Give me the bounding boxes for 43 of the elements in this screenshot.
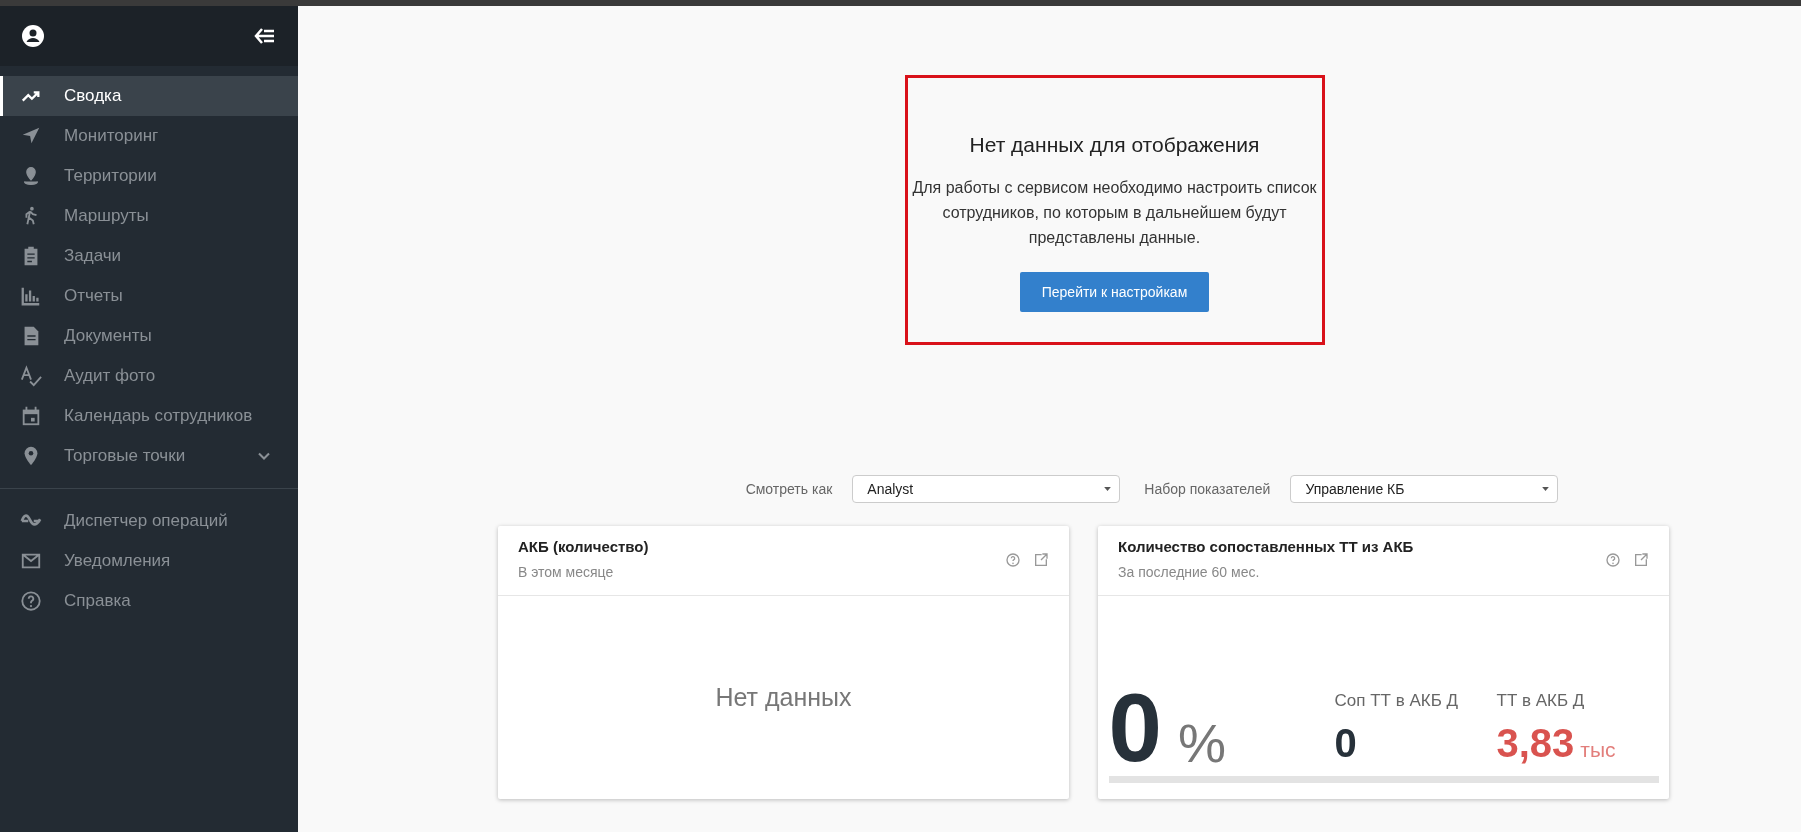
sidebar-item[interactable]: Мониторинг	[0, 116, 298, 156]
empty-state-message: Для работы с сервисом необходимо настроить список сотрудников, по которым в дальнейшем будут представлены данные.	[911, 178, 1318, 248]
stat-value: 3,83	[1496, 721, 1575, 766]
sidebar-item[interactable]: Сводка	[0, 76, 298, 116]
metric-unit: %	[1177, 716, 1226, 770]
nav-icon	[20, 365, 42, 387]
nav-icon	[20, 285, 42, 307]
sidebar-item[interactable]: Отчеты	[0, 276, 298, 316]
sidebar-item[interactable]: Календарь сотрудников	[0, 396, 298, 436]
help-icon[interactable]	[1005, 552, 1021, 568]
sidebar-item[interactable]: Документы	[0, 316, 298, 356]
open-external-icon[interactable]	[1033, 552, 1049, 568]
empty-state-title: Нет данных для отображения	[969, 133, 1260, 157]
caret-icon	[1104, 487, 1112, 491]
open-external-icon[interactable]	[1633, 552, 1649, 568]
no-data-text: Нет данных	[715, 683, 852, 712]
metric-value: 0	[1108, 686, 1162, 770]
caret-icon	[1542, 487, 1550, 491]
stat-value: 0	[1334, 721, 1357, 766]
card-subtitle: В этом месяце	[518, 564, 615, 580]
filter-label: Набор показателей	[1144, 481, 1271, 497]
card-subtitle: За последние 60 мес.	[1118, 564, 1261, 580]
filter-label: Смотреть как	[745, 481, 833, 497]
stat-label: ТТ в АКБ Д	[1496, 691, 1586, 711]
user-avatar-icon[interactable]	[21, 24, 45, 48]
sidebar-item[interactable]: Торговые точки	[0, 436, 298, 476]
nav-icon	[20, 405, 42, 427]
sidebar-item[interactable]: Уведомления	[0, 541, 298, 581]
help-icon[interactable]	[1605, 552, 1621, 568]
sidebar-item[interactable]: Аудит фото	[0, 356, 298, 396]
dropdown[interactable]: Управление КБ	[1290, 475, 1559, 503]
sidebar-item[interactable]: Маршруты	[0, 196, 298, 236]
card-title: АКБ (количество)	[518, 538, 649, 555]
sidebar-item[interactable]: Задачи	[0, 236, 298, 276]
card-title: Количество сопоставленных ТТ из АКБ	[1118, 538, 1414, 555]
sidebar-item[interactable]: Диспетчер операций	[0, 501, 298, 541]
stat-unit: тыс	[1580, 738, 1616, 762]
stat-label: Соп ТТ в АКБ Д	[1334, 691, 1460, 711]
nav-icon	[20, 590, 42, 612]
sidebar-item[interactable]: Справка	[0, 581, 298, 621]
settings-button[interactable]: Перейти к настройкам	[1019, 272, 1210, 312]
dropdown[interactable]: Analyst	[852, 475, 1121, 503]
sidebar-item[interactable]: Территории	[0, 156, 298, 196]
